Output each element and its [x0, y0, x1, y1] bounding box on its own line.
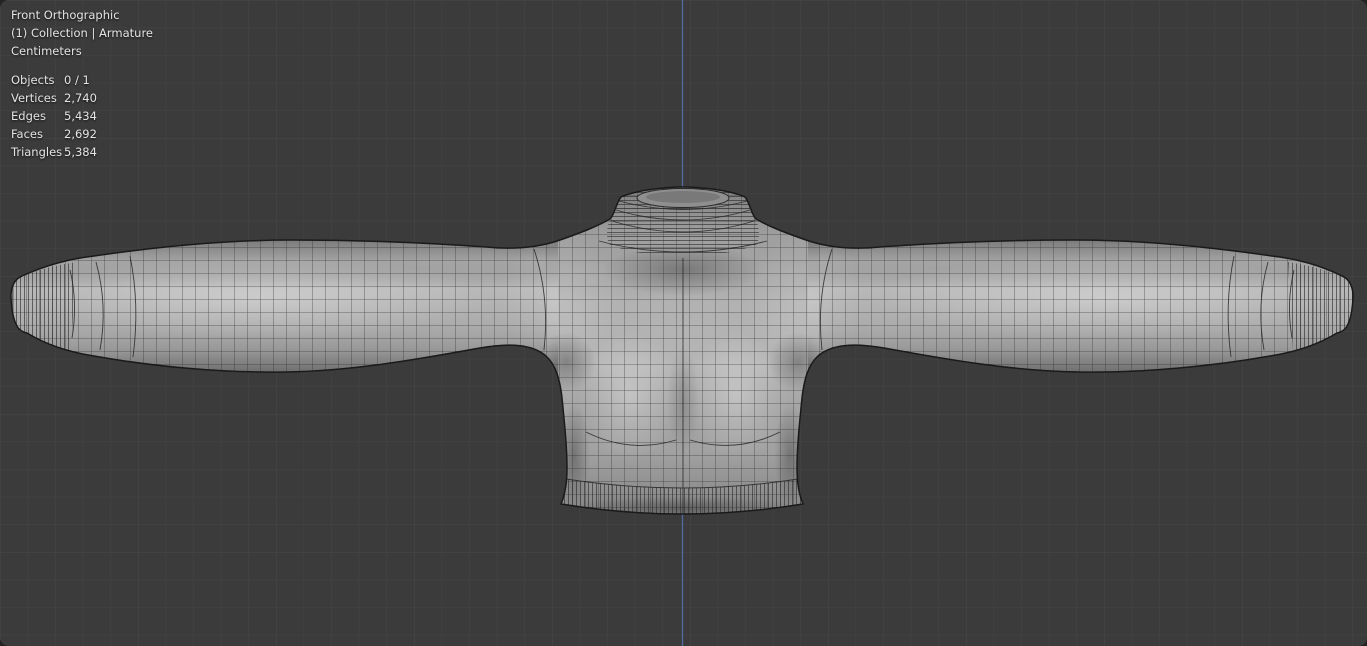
active-collection-label: (1) Collection | Armature: [11, 24, 153, 42]
viewport-canvas[interactable]: [0, 0, 1367, 646]
stat-label: Triangles: [11, 143, 64, 161]
stat-row-vertices: Vertices 2,740: [11, 89, 153, 107]
stat-label: Faces: [11, 125, 64, 143]
stat-value: 5,434: [64, 107, 97, 125]
units-label: Centimeters: [11, 42, 153, 60]
stat-value: 2,692: [64, 125, 97, 143]
stat-value: 0 / 1: [64, 71, 90, 89]
view-name-label: Front Orthographic: [11, 6, 153, 24]
stat-row-edges: Edges 5,434: [11, 107, 153, 125]
stat-value: 2,740: [64, 89, 97, 107]
stat-label: Objects: [11, 71, 64, 89]
viewport-text-overlay: Front Orthographic (1) Collection | Arma…: [11, 6, 153, 161]
stat-row-objects: Objects 0 / 1: [11, 71, 153, 89]
stat-row-triangles: Triangles 5,384: [11, 143, 153, 161]
stat-label: Edges: [11, 107, 64, 125]
stat-value: 5,384: [64, 143, 97, 161]
collar-opening: [637, 189, 729, 208]
3d-viewport[interactable]: Front Orthographic (1) Collection | Arma…: [0, 0, 1367, 646]
statistics-overlay: Objects 0 / 1 Vertices 2,740 Edges 5,434…: [11, 71, 153, 161]
stat-label: Vertices: [11, 89, 64, 107]
blender-window: Front Orthographic (1) Collection | Arma…: [0, 0, 1367, 646]
stat-row-faces: Faces 2,692: [11, 125, 153, 143]
